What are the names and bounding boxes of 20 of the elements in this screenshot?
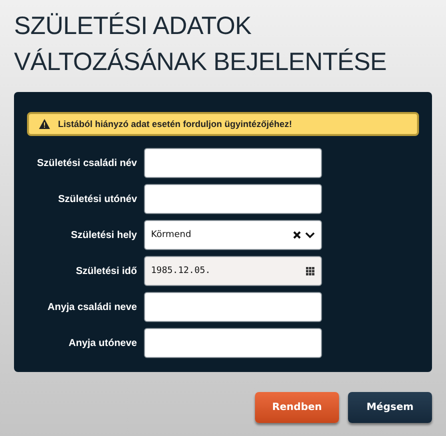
warning-text: Listából hiányzó adat esetén forduljon ügyintézőjéhez!: [58, 119, 292, 129]
page-title: SZÜLETÉSI ADATOK VÁLTOZÁSÁNAK BEJELENTÉSE: [14, 11, 388, 78]
field-label: Születési idő: [74, 266, 137, 276]
clear-icon[interactable]: [293, 231, 301, 239]
field-label: Anyja családi neve: [46, 302, 137, 312]
cancel-button[interactable]: Mégsem: [348, 392, 432, 423]
field-label: Anyja utóneve: [68, 338, 137, 348]
date-field[interactable]: 1985.12.05.: [144, 256, 322, 286]
ok-button[interactable]: Rendben: [255, 392, 339, 423]
text-field[interactable]: [144, 328, 322, 358]
text-field[interactable]: [144, 148, 322, 178]
calendar-icon[interactable]: [306, 266, 315, 276]
field-label: Születési hely: [70, 230, 137, 240]
field-label: Születési családi név: [36, 158, 137, 168]
text-field[interactable]: [144, 292, 322, 322]
warning-icon: [39, 119, 50, 129]
field-label: Születési utónév: [57, 194, 137, 204]
place-select[interactable]: Körmend: [144, 220, 322, 250]
text-field[interactable]: [144, 184, 322, 214]
chevron-down-icon[interactable]: [305, 232, 315, 238]
